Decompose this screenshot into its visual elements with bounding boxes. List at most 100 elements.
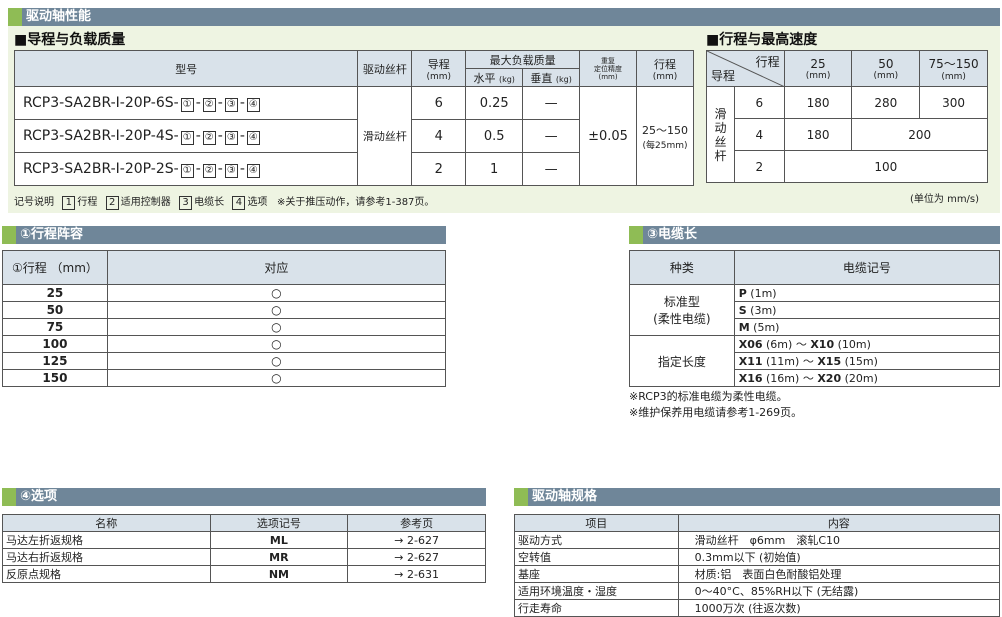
model-text: RCP3-SA2BR-I-20P-2S- — [23, 160, 179, 177]
suffix-1: ① — [180, 163, 194, 178]
option-page: → 2-627 — [347, 548, 486, 566]
options-table: 名称 选项记号 参考页 马达左折返规格 ML → 2-627 马达右折返规格 MR → 2-… — [2, 514, 486, 583]
legend: 记号说明 1 行程 2 适用控制器 3 电缆长 4 选项 ※关于推压动作，请参考1-38… — [14, 193, 434, 210]
support-mark: ○ — [106, 318, 447, 336]
col-50: 50 (mm) — [851, 50, 921, 87]
legend-num: 1 — [62, 196, 76, 210]
speed-value: 180 — [783, 118, 853, 151]
table-row: 马达右折返规格 MR → 2-627 — [2, 548, 486, 566]
suffix-2: ② — [202, 97, 216, 112]
col-value: 75～150 — [928, 57, 979, 71]
stroke-col-header: ①行程 （mm） — [2, 250, 108, 285]
stroke-value: 50 — [2, 301, 108, 319]
lead-label: 导程 — [427, 57, 450, 71]
model-text: RCP3-SA2BR-I-20P-6S- — [23, 94, 179, 111]
repeat-cell: ±0.05 — [579, 86, 638, 186]
std-sub: (柔性电缆) — [653, 312, 711, 326]
col-vertical: 垂直 (kg) — [522, 68, 581, 87]
cable-length: (6m) — [766, 338, 793, 351]
speed-lead: 6 — [733, 86, 785, 119]
stroke-label: 行程 — [654, 57, 676, 71]
table-row: 基座 材质:铝 表面白色耐酸铝处理 — [514, 565, 1001, 583]
model-cell: RCP3-SA2BR-I-20P-6S- ① - ② - ③ - ④ — [13, 86, 359, 120]
cable-length: (11m) — [766, 355, 800, 368]
col-repeat: 重复 定位精度 (mm) — [579, 50, 638, 87]
cable-code-cell: M (5m) — [733, 318, 1001, 336]
vertical-unit: (kg) — [555, 74, 572, 84]
lead-unit: (mm) — [426, 71, 452, 82]
header-stroke: 行程 — [755, 55, 780, 69]
spec-key: 空转值 — [514, 548, 679, 566]
support-mark: ○ — [106, 335, 447, 353]
cable-title: ③电缆长 — [647, 227, 698, 242]
stroke-list-title: ①行程阵容 — [20, 227, 84, 242]
option-code: ML — [209, 531, 349, 549]
stroke-value: 100 — [2, 335, 108, 353]
cable-length: (1m) — [750, 286, 777, 300]
lead-cell: 2 — [411, 152, 467, 186]
col-horizontal: 水平 (kg) — [465, 68, 524, 87]
option-page: → 2-631 — [347, 565, 486, 583]
legend-text: 适用控制器 — [120, 197, 171, 208]
spec-value: 0～40°C、85%RH以下 (无结露) — [677, 582, 1001, 600]
horizontal-cell: 1 — [465, 152, 524, 186]
col-screw: 驱动丝杆 — [357, 50, 413, 87]
table-row: 50 ○ — [2, 301, 447, 319]
col-lead: 导程 (mm) — [411, 50, 467, 87]
table-row: 100 ○ — [2, 335, 447, 353]
speed-corner: 行程 导程 — [706, 50, 785, 87]
cable-length: (3m) — [750, 303, 777, 317]
horizontal-cell: 0.5 — [465, 119, 524, 153]
bar-marker-icon — [2, 488, 16, 506]
vertical-cell: — — [522, 119, 581, 153]
spec-key: 行走寿命 — [514, 599, 679, 617]
cable-code-cell: X11 (11m) ～ X15 (15m) — [733, 352, 1001, 370]
tilde: ～ — [795, 338, 807, 351]
suffix-1: ① — [180, 97, 194, 112]
cable-code-cell: P (1m) — [733, 284, 1001, 302]
speed-unit-note: (单位为 mm/s) — [910, 194, 980, 205]
legend-prefix: 记号说明 — [14, 197, 54, 208]
table-row: 150 ○ — [2, 369, 447, 387]
spec-value: 材质:铝 表面白色耐酸铝处理 — [677, 565, 1001, 583]
performance-bar: 驱动轴性能 — [8, 8, 1000, 26]
speed-screw-cell: 滑动丝杆 — [706, 86, 735, 183]
legend-note: ※关于推压动作，请参考1-387页。 — [276, 197, 435, 208]
table-row: 适用环境温度・湿度 0～40°C、85%RH以下 (无结露) — [514, 582, 1001, 600]
cable-code-cell: S (3m) — [733, 301, 1001, 319]
suffix-1: ① — [180, 130, 194, 145]
cable-code: X10 — [810, 338, 835, 351]
stroke-range: 25～150 — [642, 123, 688, 137]
legend-num: 3 — [179, 196, 193, 210]
stroke-note: (每25mm) — [642, 140, 688, 151]
suffix-4: ④ — [246, 163, 260, 178]
speed-value: 300 — [919, 86, 988, 119]
stroke-value: 75 — [2, 318, 108, 336]
col-value: 50 — [878, 56, 894, 71]
col-value: 25 — [810, 56, 826, 71]
legend-num: 2 — [105, 196, 119, 210]
suffix-3: ③ — [224, 163, 238, 178]
suffix-4: ④ — [246, 130, 260, 145]
cable-code: X11 — [738, 355, 763, 368]
legend-text: 选项 — [247, 197, 268, 208]
suffix-3: ③ — [224, 130, 238, 145]
performance-title: 驱动轴性能 — [26, 9, 92, 24]
option-code: MR — [209, 548, 349, 566]
options-header: 名称 — [2, 514, 211, 532]
spec-header: 内容 — [677, 514, 1001, 532]
speed-value: 100 — [783, 150, 989, 183]
cable-code: P — [738, 286, 747, 300]
stroke-unit: (mm) — [652, 71, 678, 82]
model-cell: RCP3-SA2BR-I-20P-4S- ① - ② - ③ - ④ — [13, 119, 359, 153]
vertical-label: 垂直 — [530, 71, 553, 85]
spec-value: 1000万次 (往返次数) — [677, 599, 1001, 617]
cable-code: X20 — [817, 372, 842, 385]
option-code: NM — [209, 565, 349, 583]
legend-num: 4 — [232, 196, 246, 210]
model-cell: RCP3-SA2BR-I-20P-2S- ① - ② - ③ - ④ — [13, 152, 359, 186]
bar-marker-icon — [629, 226, 643, 244]
spec-table: 项目 内容 驱动方式 滑动丝杆 φ6mm 滚轧C10 空转值 0.3mm以下 (初始值… — [514, 514, 1001, 617]
stroke-list-bar: ①行程阵容 — [2, 226, 446, 244]
speed-value: 180 — [783, 86, 853, 119]
